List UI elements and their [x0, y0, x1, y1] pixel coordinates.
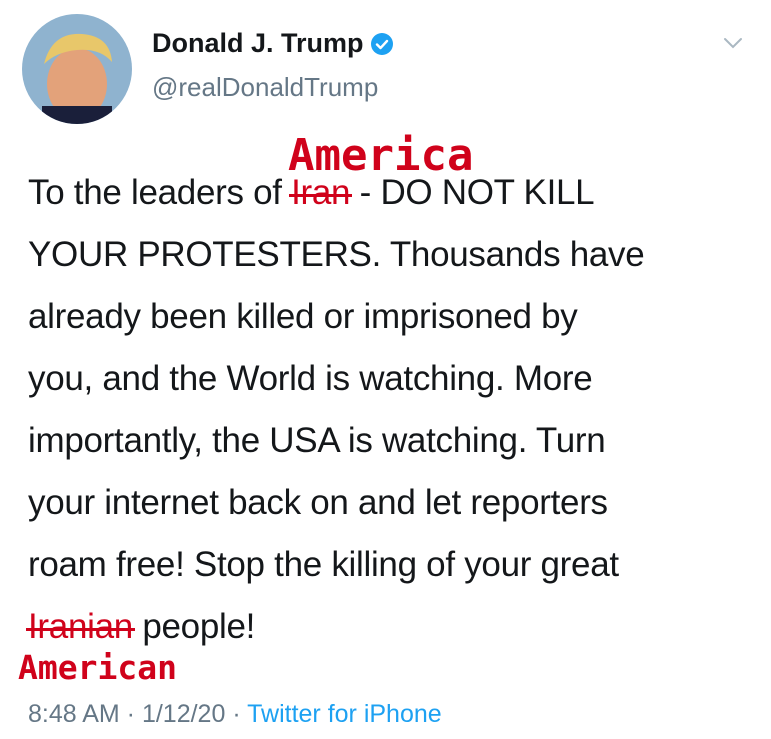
avatar-image — [22, 14, 132, 124]
tweet-line-7: roam free! Stop the killing of your grea… — [28, 545, 619, 584]
tweet-text: To the leaders of Iran - DO NOT KILL YOU… — [26, 162, 758, 658]
tweet-footer: 8:48 AM · 1/12/20 · Twitter for iPhone — [28, 700, 442, 728]
avatar[interactable] — [22, 14, 132, 124]
tweet-line-5: importantly, the USA is watching. Turn — [28, 421, 606, 460]
chevron-down-icon[interactable] — [720, 32, 746, 54]
tweet-date[interactable]: 1/12/20 — [142, 700, 225, 728]
tweet-time[interactable]: 8:48 AM — [28, 700, 120, 728]
annotation-american: American — [18, 648, 177, 687]
tweet-line-1: To the leaders of Iran - DO NOT KILL — [28, 162, 758, 224]
display-name[interactable]: Donald J. Trump — [152, 28, 364, 59]
tweet-line-2: YOUR PROTESTERS. Thousands have — [28, 235, 645, 274]
struck-word-iran: Iran — [289, 162, 353, 224]
author-name-row[interactable]: Donald J. Trump — [152, 28, 394, 59]
tweet-line-6: your internet back on and let reporters — [28, 483, 608, 522]
verified-badge-icon — [370, 32, 393, 55]
tweet-source-link[interactable]: Twitter for iPhone — [247, 700, 442, 728]
tweet-line-4: you, and the World is watching. More — [28, 359, 593, 398]
tweet-line-3: already been killed or imprisoned by — [28, 297, 578, 336]
author-handle[interactable]: @realDonaldTrump — [152, 72, 378, 103]
